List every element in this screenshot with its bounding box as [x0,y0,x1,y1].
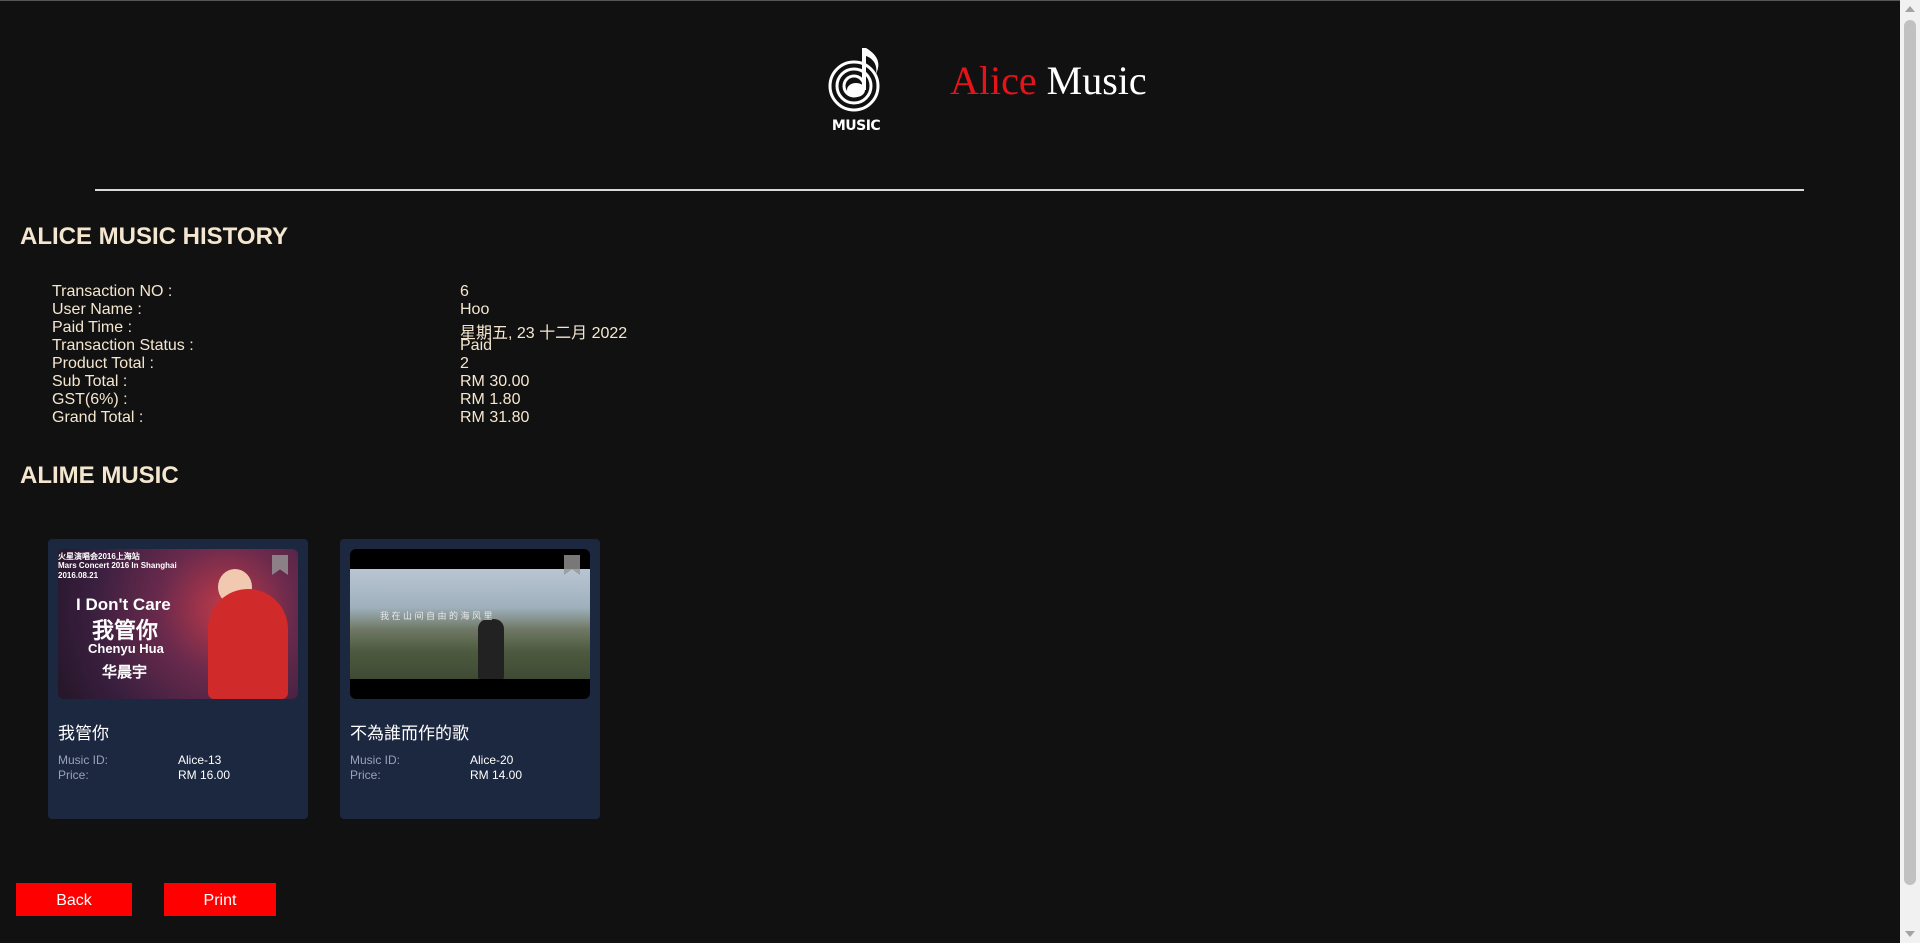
thumbnail-caption: 我 在 山 间 自 由 的 海 风 里 [380,611,493,621]
thumbnail-landscape [350,569,590,679]
detail-value: Paid [460,337,493,354]
logo-text: MUSIC [831,117,881,134]
music-thumbnail: 火星演唱会2016上海站 Mars Concert 2016 In Shangh… [58,549,298,699]
back-button[interactable]: Back [16,883,132,916]
page: MUSIC Alice Music ALICE MUSIC HISTORY Tr… [0,0,1900,943]
brand-name-first: Alice [950,58,1037,103]
thumbnail-artist-en: Chenyu Hua [88,641,164,656]
music-title: 我管你 [58,724,109,744]
detail-value: RM 30.00 [460,373,530,390]
detail-label: Sub Total : [52,373,128,390]
scroll-up-arrow-icon[interactable] [1905,6,1915,12]
scroll-down-arrow-icon[interactable] [1905,931,1915,937]
detail-value: Hoo [460,301,490,318]
scrollbar-thumb[interactable] [1904,20,1916,885]
detail-label: Transaction Status : [52,337,194,354]
music-price-label: Price: [350,768,381,782]
music-heading: ALIME MUSIC [20,462,179,489]
thumbnail-title-en: I Don't Care [76,595,171,614]
music-card-list: 火星演唱会2016上海站 Mars Concert 2016 In Shangh… [48,539,600,819]
music-price-value: RM 16.00 [178,768,231,782]
detail-label: GST(6%) : [52,391,128,408]
vertical-scrollbar[interactable] [1900,0,1920,943]
music-price-value: RM 14.00 [470,768,523,782]
music-logo-icon: MUSIC [826,44,886,134]
music-title: 不為誰而作的歌 [350,724,469,744]
music-card[interactable]: 我 在 山 间 自 由 的 海 风 里 不為誰而作的歌 Music ID: Al… [340,539,600,819]
detail-value: 6 [460,283,469,300]
header-divider [95,189,1804,191]
history-heading: ALICE MUSIC HISTORY [20,223,289,250]
music-price-label: Price: [58,768,89,782]
detail-value: 2 [460,355,469,372]
brand-name-second: Music [1046,58,1147,103]
header: MUSIC Alice Music [826,41,1147,136]
detail-label: Grand Total : [52,409,144,426]
music-id-label: Music ID: [350,753,401,767]
detail-value: RM 1.80 [460,391,521,408]
thumbnail-figure [478,619,504,679]
music-id-value: Alice-13 [178,753,222,767]
music-note-disc-icon [828,47,880,111]
brand-name: Alice Music [950,57,1147,104]
thumbnail-artist-cn: 华晨宇 [102,663,148,681]
thumbnail-text: Mars Concert 2016 In Shanghai [58,561,177,570]
detail-label: Transaction NO : [52,283,173,300]
detail-label: User Name : [52,301,142,318]
bookmark-icon[interactable] [272,555,288,575]
print-button[interactable]: Print [164,883,276,916]
detail-value: RM 31.80 [460,409,530,426]
thumbnail-figure-body [208,589,288,699]
detail-label: Product Total : [52,355,154,372]
music-id-value: Alice-20 [470,753,514,767]
music-id-label: Music ID: [58,753,109,767]
detail-label: Paid Time : [52,319,133,336]
music-thumbnail: 我 在 山 间 自 由 的 海 风 里 [350,549,590,699]
music-card[interactable]: 火星演唱会2016上海站 Mars Concert 2016 In Shangh… [48,539,308,819]
thumbnail-text: 2016.08.21 [58,571,99,580]
